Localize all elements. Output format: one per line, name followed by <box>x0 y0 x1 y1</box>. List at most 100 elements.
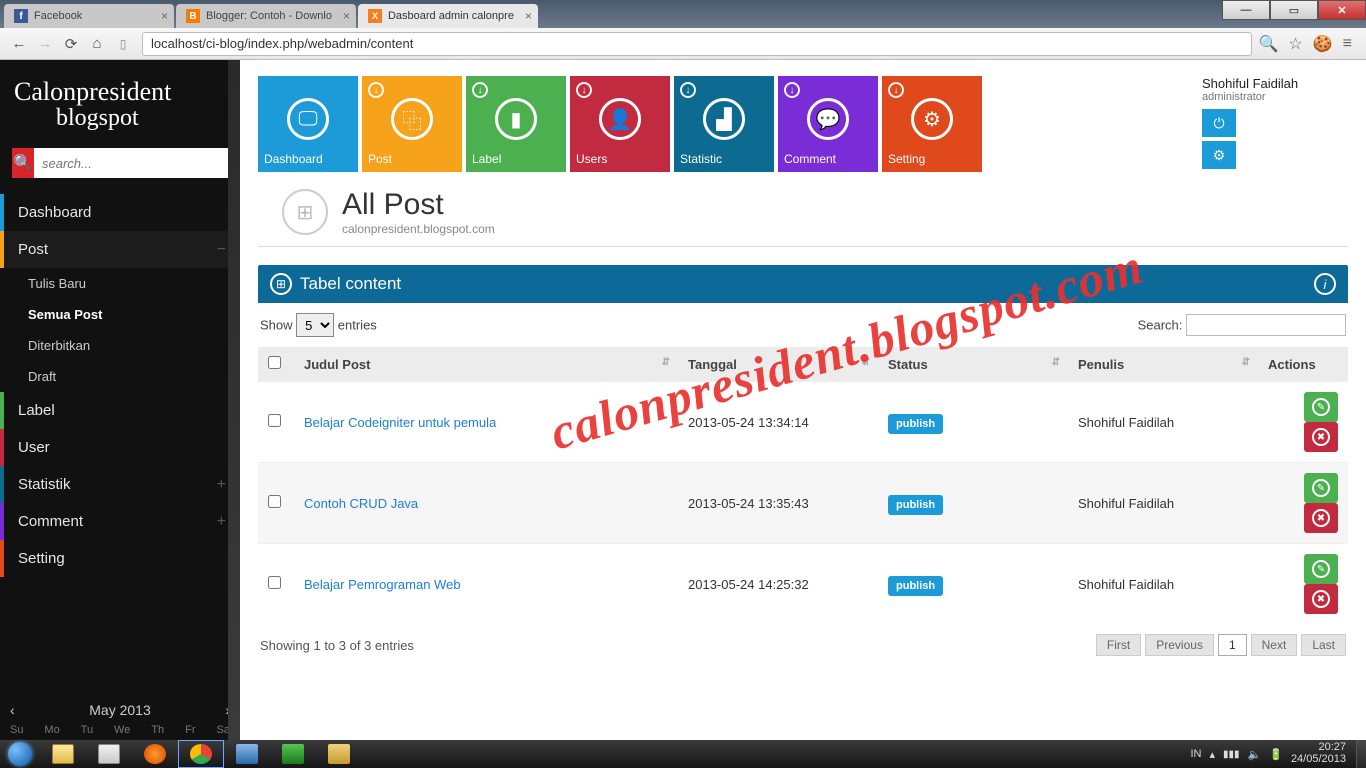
taskbar-chrome[interactable] <box>178 740 224 768</box>
back-button[interactable]: ← <box>6 31 32 57</box>
datatable-search-input[interactable] <box>1186 314 1346 336</box>
sidebar-item-label[interactable]: Label <box>0 392 240 429</box>
sidebar-item-comment[interactable]: Comment+ <box>0 503 240 540</box>
tray-volume-icon[interactable]: 🔈 <box>1248 748 1262 761</box>
tile-users[interactable]: ↓ 👤 Users <box>570 76 670 172</box>
row-checkbox[interactable] <box>268 495 281 508</box>
address-input[interactable] <box>142 32 1252 56</box>
sidebar-item-label: Setting <box>18 550 65 567</box>
browser-tab-facebook[interactable]: f Facebook × <box>4 4 174 28</box>
tile-comment[interactable]: ↓ 💬 Comment <box>778 76 878 172</box>
close-icon[interactable]: × <box>343 9 350 23</box>
pager-prev[interactable]: Previous <box>1145 634 1214 656</box>
col-tanggal[interactable]: Tanggal⇵ <box>678 347 878 382</box>
window-close-button[interactable]: ✕ <box>1318 0 1366 20</box>
taskbar-explorer[interactable] <box>40 740 86 768</box>
bookmark-star-icon[interactable]: ☆ <box>1288 34 1302 54</box>
taskbar-notepad[interactable] <box>86 740 132 768</box>
edit-button[interactable]: ✎ <box>1304 392 1338 422</box>
cal-prev-icon[interactable]: ‹ <box>10 702 15 718</box>
col-penulis[interactable]: Penulis⇵ <box>1068 347 1258 382</box>
edit-button[interactable]: ✎ <box>1304 473 1338 503</box>
search-button[interactable]: 🔍 <box>12 148 34 178</box>
delete-button[interactable]: ✖ <box>1304 422 1338 452</box>
page-length-select[interactable]: 5 <box>296 313 334 337</box>
copy-icon: ⿻ <box>391 98 433 140</box>
sidebar-subitem-semua-post[interactable]: Semua Post <box>0 299 240 330</box>
tile-setting[interactable]: ↓ ⚙ Setting <box>882 76 982 172</box>
sidebar-subitem-draft[interactable]: Draft <box>0 361 240 392</box>
delete-button[interactable]: ✖ <box>1304 503 1338 533</box>
pager-first[interactable]: First <box>1096 634 1141 656</box>
sidebar-subitem-tulis-baru[interactable]: Tulis Baru <box>0 268 240 299</box>
sidebar-item-label: Dashboard <box>18 204 91 221</box>
menu-icon[interactable]: ≡ <box>1343 35 1352 53</box>
cookie-icon[interactable]: 🍪 <box>1313 34 1333 54</box>
sidebar-item-statistik[interactable]: Statistik+ <box>0 466 240 503</box>
pager-next[interactable]: Next <box>1251 634 1298 656</box>
reload-button[interactable]: ⟳ <box>58 31 84 57</box>
forward-button[interactable]: → <box>32 31 58 57</box>
tile-post[interactable]: ↓ ⿻ Post <box>362 76 462 172</box>
folder-icon <box>52 744 74 764</box>
sidebar-item-setting[interactable]: Setting <box>0 540 240 577</box>
cell-penulis: Shohiful Faidilah <box>1068 463 1258 544</box>
col-actions: Actions <box>1258 347 1348 382</box>
taskbar-app-2[interactable] <box>270 740 316 768</box>
pager-page-1[interactable]: 1 <box>1218 634 1247 656</box>
search-input[interactable] <box>34 148 228 178</box>
close-icon[interactable]: × <box>161 9 168 23</box>
post-link[interactable]: Contoh CRUD Java <box>304 496 418 511</box>
start-button[interactable] <box>0 740 40 768</box>
tile-dashboard[interactable]: 🖵 Dashboard <box>258 76 358 172</box>
col-judul[interactable]: Judul Post⇵ <box>294 347 678 382</box>
user-settings-button[interactable]: ⚙ <box>1202 141 1236 169</box>
sidebar-item-label: User <box>18 439 50 456</box>
select-all-checkbox[interactable] <box>268 356 281 369</box>
tile-statistic[interactable]: ↓ ▟ Statistic <box>674 76 774 172</box>
home-button[interactable]: ⌂ <box>84 31 110 57</box>
row-checkbox[interactable] <box>268 414 281 427</box>
sidebar-item-user[interactable]: User <box>0 429 240 466</box>
taskbar-firefox[interactable] <box>132 740 178 768</box>
edit-button[interactable]: ✎ <box>1304 554 1338 584</box>
user-icon: 👤 <box>599 98 641 140</box>
datatable-controls: Show 5 entries Search: <box>258 303 1348 347</box>
close-icon: ✖ <box>1312 509 1330 527</box>
delete-button[interactable]: ✖ <box>1304 584 1338 614</box>
tile-label[interactable]: ↓ ▮ Label <box>466 76 566 172</box>
show-desktop-button[interactable] <box>1356 740 1366 768</box>
cell-tanggal: 2013-05-24 13:35:43 <box>678 463 878 544</box>
close-icon[interactable]: × <box>525 9 532 23</box>
col-checkbox <box>258 347 294 382</box>
sidebar-item-dashboard[interactable]: Dashboard <box>0 194 240 231</box>
logout-button[interactable]: ⏻ <box>1202 109 1236 137</box>
sidebar-item-post[interactable]: Post− <box>0 231 240 268</box>
tray-network-icon[interactable]: ▮▮▮ <box>1223 749 1240 760</box>
browser-tab-active[interactable]: X Dasboard admin calonpre × <box>358 4 538 28</box>
row-checkbox[interactable] <box>268 576 281 589</box>
col-status[interactable]: Status⇵ <box>878 347 1068 382</box>
tray-battery-icon[interactable]: 🔋 <box>1269 748 1283 761</box>
browser-tab-blogger[interactable]: B Blogger: Contoh - Downlo × <box>176 4 356 28</box>
zoom-icon[interactable]: 🔍 <box>1258 34 1278 54</box>
sidebar-resize-handle[interactable] <box>228 60 240 740</box>
status-badge: publish <box>888 414 943 434</box>
taskbar-app-1[interactable] <box>224 740 270 768</box>
sort-icon: ⇵ <box>662 357 670 368</box>
post-link[interactable]: Belajar Pemrograman Web <box>304 577 461 592</box>
table-row: Belajar Codeigniter untuk pemula 2013-05… <box>258 382 1348 463</box>
post-link[interactable]: Belajar Codeigniter untuk pemula <box>304 415 496 430</box>
tray-lang[interactable]: IN <box>1190 748 1201 760</box>
info-icon[interactable]: i <box>1314 273 1336 295</box>
window-minimize-button[interactable]: — <box>1222 0 1270 20</box>
sidebar-subitem-diterbitkan[interactable]: Diterbitkan <box>0 330 240 361</box>
page-subtitle: calonpresident.blogspot.com <box>342 222 495 236</box>
windows-orb-icon <box>8 742 32 766</box>
tray-up-icon[interactable]: ▴ <box>1209 748 1215 761</box>
taskbar-paint[interactable] <box>316 740 362 768</box>
window-maximize-button[interactable]: ▭ <box>1270 0 1318 20</box>
tray-clock[interactable]: 20:27 24/05/2013 <box>1291 742 1346 765</box>
pager-last[interactable]: Last <box>1301 634 1346 656</box>
status-badge: publish <box>888 495 943 515</box>
